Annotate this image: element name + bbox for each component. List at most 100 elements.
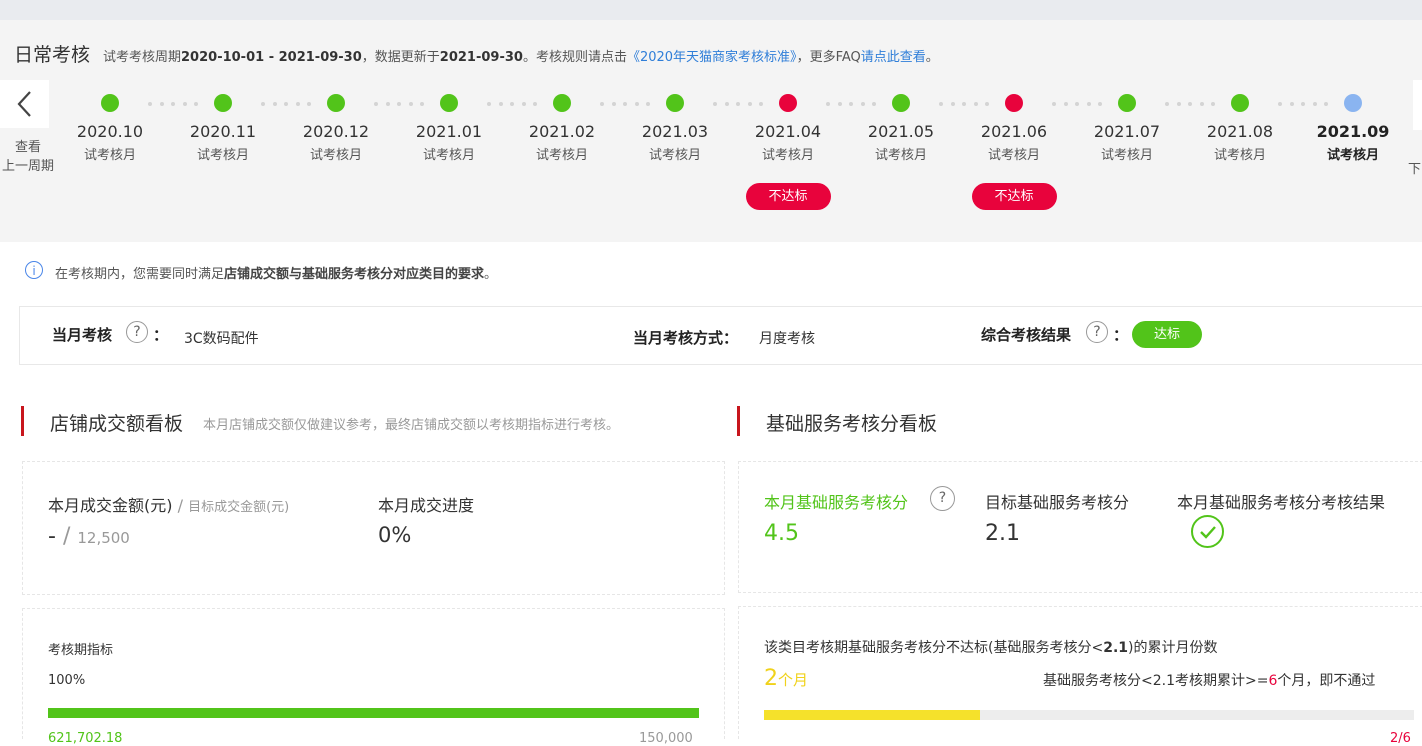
timeline-connector-dot — [713, 102, 717, 106]
timeline-period[interactable]: 2021.09 试考核月 — [1308, 94, 1398, 164]
score-label: 本月基础服务考核分 — [764, 493, 909, 512]
next-period-label[interactable]: 下 — [1408, 158, 1421, 177]
status-dot — [779, 94, 797, 112]
amount-value: - / 12,500 — [48, 524, 130, 549]
accumulation-label: 该类目考核期基础服务考核分不达标(基础服务考核分<2.1)的累计月份数 — [764, 640, 1218, 656]
timeline-connector-dot — [171, 102, 175, 106]
status-dot — [327, 94, 345, 112]
period-month: 2021.03 — [641, 122, 709, 141]
accumulation-progress-fill — [764, 710, 981, 720]
top-band — [0, 0, 1422, 20]
timeline-connector-dot — [837, 102, 842, 106]
result-label: 综合考核结果 — [981, 326, 1072, 344]
status-dot — [440, 94, 458, 112]
info-icon: i — [25, 261, 43, 279]
period-type: 试考核月 — [535, 148, 588, 163]
method-value: 月度考核 — [759, 331, 815, 347]
timeline-period[interactable]: 2020.11 试考核月 — [178, 94, 268, 164]
target-score-label: 目标基础服务考核分 — [985, 493, 1130, 512]
target-score-value: 2.1 — [985, 521, 1020, 546]
colon: ： — [1113, 326, 1129, 344]
period-month: 2021.07 — [1093, 122, 1161, 141]
timeline-period[interactable]: 2021.04 试考核月 不达标 — [743, 94, 833, 210]
rule-link[interactable]: 《2020年天猫商家考核标准》 — [627, 50, 797, 65]
check-circle-icon — [1191, 515, 1224, 548]
timeline-period[interactable]: 2021.03 试考核月 — [630, 94, 720, 164]
score-value: 4.5 — [764, 521, 799, 546]
faq-link[interactable]: 请点此查看 — [861, 50, 926, 65]
progress-label: 本月成交进度 — [378, 496, 475, 515]
period-progress-fill — [48, 708, 699, 718]
timeline-period[interactable]: 2020.12 试考核月 — [291, 94, 381, 164]
timeline-connector-dot — [261, 102, 265, 106]
requirement-notice: 在考核期内，您需要同时满足店铺成交额与基础服务考核分对应类目的要求。 — [55, 267, 498, 282]
result-badge: 达标 — [1132, 321, 1202, 348]
store-panel-title: 店铺成交额看板 — [50, 413, 184, 435]
progress-value: 0% — [378, 523, 412, 547]
period-type: 试考核月 — [83, 148, 136, 163]
timeline-connector-dot — [397, 102, 401, 106]
timeline-connector-dot — [1165, 102, 1169, 106]
timeline-connector-dot — [374, 102, 378, 106]
timeline-connector-dot — [950, 102, 955, 106]
timeline-period[interactable]: 2020.10 试考核月 — [65, 94, 155, 164]
period-type: 试考核月 — [987, 148, 1040, 163]
section-accent — [737, 406, 740, 436]
section-accent — [21, 406, 24, 436]
month-exam-label: 当月考核 — [52, 326, 113, 344]
chevron-left-icon[interactable] — [14, 90, 36, 122]
score-result-label: 本月基础服务考核分考核结果 — [1177, 493, 1386, 512]
timeline-connector-dot — [1052, 102, 1056, 106]
category-value: 3C数码配件 — [184, 331, 259, 347]
period-target-label: 考核期指标 — [48, 643, 114, 658]
accumulation-progress-bar — [764, 710, 1414, 720]
timeline-connector-dot — [600, 102, 604, 106]
status-dot — [1231, 94, 1249, 112]
timeline-period[interactable]: 2021.07 试考核月 — [1082, 94, 1172, 164]
prev-period-label[interactable]: 查看 上一周期 — [0, 138, 56, 176]
period-type: 试考核月 — [309, 148, 362, 163]
help-icon[interactable]: ? — [930, 486, 955, 511]
timeline-connector-dot — [724, 102, 729, 106]
status-dot — [1118, 94, 1136, 112]
timeline-period[interactable]: 2021.02 试考核月 — [517, 94, 607, 164]
status-dot — [214, 94, 232, 112]
service-panel-title: 基础服务考核分看板 — [766, 413, 938, 435]
timeline-connector-dot — [487, 102, 491, 106]
timeline-period[interactable]: 2021.01 试考核月 — [404, 94, 494, 164]
next-period-button[interactable] — [1413, 80, 1422, 130]
timeline-connector-dot — [962, 102, 966, 106]
timeline-connector-dot — [510, 102, 514, 106]
timeline-connector-dot — [148, 102, 152, 106]
method-label: 当月考核方式： — [633, 329, 739, 347]
help-icon[interactable]: ? — [126, 321, 148, 343]
period-type: 试考核月 — [1326, 148, 1379, 163]
period-info: 试考考核周期2020-10-01 - 2021-09-30，数据更新于2021-… — [103, 50, 939, 65]
timeline-period[interactable]: 2021.05 试考核月 — [856, 94, 946, 164]
store-panel-note: 本月店铺成交额仅做建议参考，最终店铺成交额以考核期指标进行考核。 — [203, 418, 620, 433]
timeline-connector-dot — [1063, 102, 1068, 106]
fail-badge: 不达标 — [971, 183, 1057, 210]
period-type: 试考核月 — [761, 148, 814, 163]
period-month: 2021.05 — [867, 122, 935, 141]
timeline-connector-dot — [1176, 102, 1181, 106]
period-type: 试考核月 — [1100, 148, 1153, 163]
timeline-period[interactable]: 2021.08 试考核月 — [1195, 94, 1285, 164]
period-type: 试考核月 — [648, 148, 701, 163]
status-dot — [101, 94, 119, 112]
period-month: 2021.02 — [528, 122, 596, 141]
fail-badge: 不达标 — [745, 183, 831, 210]
period-month: 2020.10 — [76, 122, 144, 141]
timeline-connector-dot — [1278, 102, 1282, 106]
help-icon[interactable]: ? — [1086, 321, 1108, 343]
timeline-connector-dot — [826, 102, 830, 106]
status-dot — [1005, 94, 1023, 112]
amount-label: 本月成交金额(元) / 目标成交金额(元) — [48, 496, 290, 515]
timeline-connector-dot — [1075, 102, 1079, 106]
timeline-period[interactable]: 2021.06 试考核月 不达标 — [969, 94, 1059, 210]
timeline-connector-dot — [159, 102, 164, 106]
timeline-connector-dot — [623, 102, 627, 106]
accumulation-count: 2个月 — [764, 666, 809, 691]
timeline-connector-dot — [611, 102, 616, 106]
period-month: 2021.01 — [415, 122, 483, 141]
